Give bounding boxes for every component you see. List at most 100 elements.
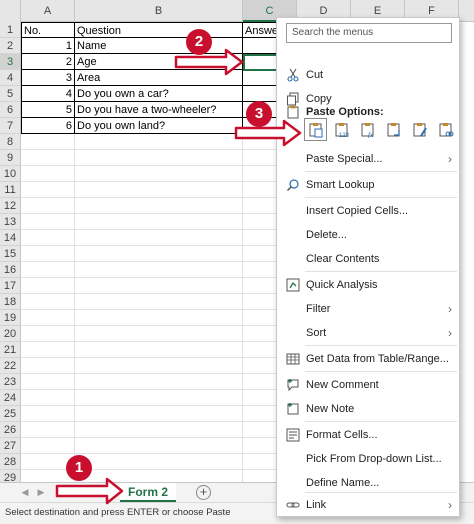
cell-a18[interactable] (21, 294, 75, 310)
tab-scroll-right-icon[interactable]: ▶ (34, 485, 48, 500)
cell-a11[interactable] (21, 182, 75, 198)
menu-item-smart-lookup[interactable]: Smart Lookup (277, 173, 461, 197)
row-header[interactable]: 15 (0, 246, 21, 262)
row-header[interactable]: 1 (0, 22, 21, 38)
row-header[interactable]: 9 (0, 150, 21, 166)
row-header[interactable]: 25 (0, 406, 21, 422)
column-header-a[interactable]: A (21, 0, 75, 22)
cell-b27[interactable] (75, 438, 243, 454)
row-header[interactable]: 18 (0, 294, 21, 310)
sheet-tab-form-2[interactable]: Form 2 (120, 483, 177, 502)
tab-scroll-left-icon[interactable]: ◀ (18, 485, 32, 500)
menu-search-input[interactable]: Search the menus (286, 23, 452, 43)
row-header[interactable]: 12 (0, 198, 21, 214)
row-header[interactable]: 22 (0, 358, 21, 374)
cell-a20[interactable] (21, 326, 75, 342)
cell-b7[interactable]: Do you own land? (75, 118, 243, 134)
row-header[interactable]: 3 (0, 54, 21, 70)
row-header[interactable]: 4 (0, 70, 21, 86)
cell-b10[interactable] (75, 166, 243, 182)
menu-item-get-data[interactable]: Get Data from Table/Range... (277, 347, 461, 371)
cell-a8[interactable] (21, 134, 75, 150)
cell-b3[interactable]: Age (75, 54, 243, 70)
cell-a19[interactable] (21, 310, 75, 326)
row-header[interactable]: 6 (0, 102, 21, 118)
paste-values-icon[interactable]: 123 (331, 119, 352, 140)
menu-item-clear-contents[interactable]: Clear Contents (277, 247, 461, 271)
menu-item-cut[interactable]: Cut (277, 63, 461, 87)
cell-a2[interactable]: 1 (21, 38, 75, 54)
row-header[interactable]: 23 (0, 374, 21, 390)
cell-b6[interactable]: Do you have a two-wheeler? (75, 102, 243, 118)
cell-b12[interactable] (75, 198, 243, 214)
cell-b11[interactable] (75, 182, 243, 198)
cell-b2[interactable]: Name (75, 38, 243, 54)
cell-a5[interactable]: 4 (21, 86, 75, 102)
row-header[interactable]: 16 (0, 262, 21, 278)
row-header[interactable]: 19 (0, 310, 21, 326)
cell-b1[interactable]: Question (75, 22, 243, 38)
cell-a1[interactable]: No. (21, 22, 75, 38)
row-header[interactable]: 11 (0, 182, 21, 198)
cell-a6[interactable]: 5 (21, 102, 75, 118)
transpose-icon[interactable] (383, 119, 404, 140)
cell-b14[interactable] (75, 230, 243, 246)
cell-a23[interactable] (21, 374, 75, 390)
cell-b18[interactable] (75, 294, 243, 310)
menu-item-paste-special[interactable]: Paste Special... › (277, 147, 461, 171)
cell-a13[interactable] (21, 214, 75, 230)
menu-item-quick-analysis[interactable]: Quick Analysis (277, 273, 461, 297)
cell-a16[interactable] (21, 262, 75, 278)
row-header[interactable]: 7 (0, 118, 21, 134)
paste-formulas-icon[interactable]: fx (357, 119, 378, 140)
row-header[interactable]: 28 (0, 454, 21, 470)
row-header[interactable]: 29 (0, 470, 21, 482)
paste-link-icon[interactable] (435, 119, 456, 140)
menu-item-sort[interactable]: Sort › (277, 321, 461, 345)
cell-a10[interactable] (21, 166, 75, 182)
cell-a27[interactable] (21, 438, 75, 454)
row-header[interactable]: 27 (0, 438, 21, 454)
cell-b8[interactable] (75, 134, 243, 150)
row-header[interactable]: 24 (0, 390, 21, 406)
cell-b13[interactable] (75, 214, 243, 230)
cell-a26[interactable] (21, 422, 75, 438)
select-all-corner[interactable] (0, 0, 21, 22)
menu-item-insert-copied-cells[interactable]: Insert Copied Cells... (277, 199, 461, 223)
row-header[interactable]: 14 (0, 230, 21, 246)
cell-a25[interactable] (21, 406, 75, 422)
cell-b4[interactable]: Area (75, 70, 243, 86)
row-header[interactable]: 10 (0, 166, 21, 182)
cell-a17[interactable] (21, 278, 75, 294)
cell-a22[interactable] (21, 358, 75, 374)
cell-b17[interactable] (75, 278, 243, 294)
cell-a7[interactable]: 6 (21, 118, 75, 134)
add-sheet-icon[interactable]: + (196, 485, 211, 500)
cell-b20[interactable] (75, 326, 243, 342)
sheet-tab-form-1[interactable]: Form 1 (68, 483, 122, 502)
cell-b29[interactable] (75, 470, 243, 482)
cell-a14[interactable] (21, 230, 75, 246)
cell-a12[interactable] (21, 198, 75, 214)
row-header[interactable]: 21 (0, 342, 21, 358)
paste-formatting-icon[interactable] (409, 119, 430, 140)
row-header[interactable]: 26 (0, 422, 21, 438)
row-header[interactable]: 8 (0, 134, 21, 150)
cell-b9[interactable] (75, 150, 243, 166)
cell-b24[interactable] (75, 390, 243, 406)
cell-b5[interactable]: Do you own a car? (75, 86, 243, 102)
row-header[interactable]: 13 (0, 214, 21, 230)
cell-b15[interactable] (75, 246, 243, 262)
menu-item-format-cells[interactable]: Format Cells... (277, 423, 461, 447)
row-header[interactable]: 17 (0, 278, 21, 294)
column-header-b[interactable]: B (75, 0, 243, 22)
cell-b16[interactable] (75, 262, 243, 278)
menu-item-delete[interactable]: Delete... (277, 223, 461, 247)
cell-b19[interactable] (75, 310, 243, 326)
menu-item-pick-dropdown[interactable]: Pick From Drop-down List... (277, 447, 461, 471)
menu-item-filter[interactable]: Filter › (277, 297, 461, 321)
cell-a24[interactable] (21, 390, 75, 406)
cell-b25[interactable] (75, 406, 243, 422)
cell-b22[interactable] (75, 358, 243, 374)
cell-a4[interactable]: 3 (21, 70, 75, 86)
